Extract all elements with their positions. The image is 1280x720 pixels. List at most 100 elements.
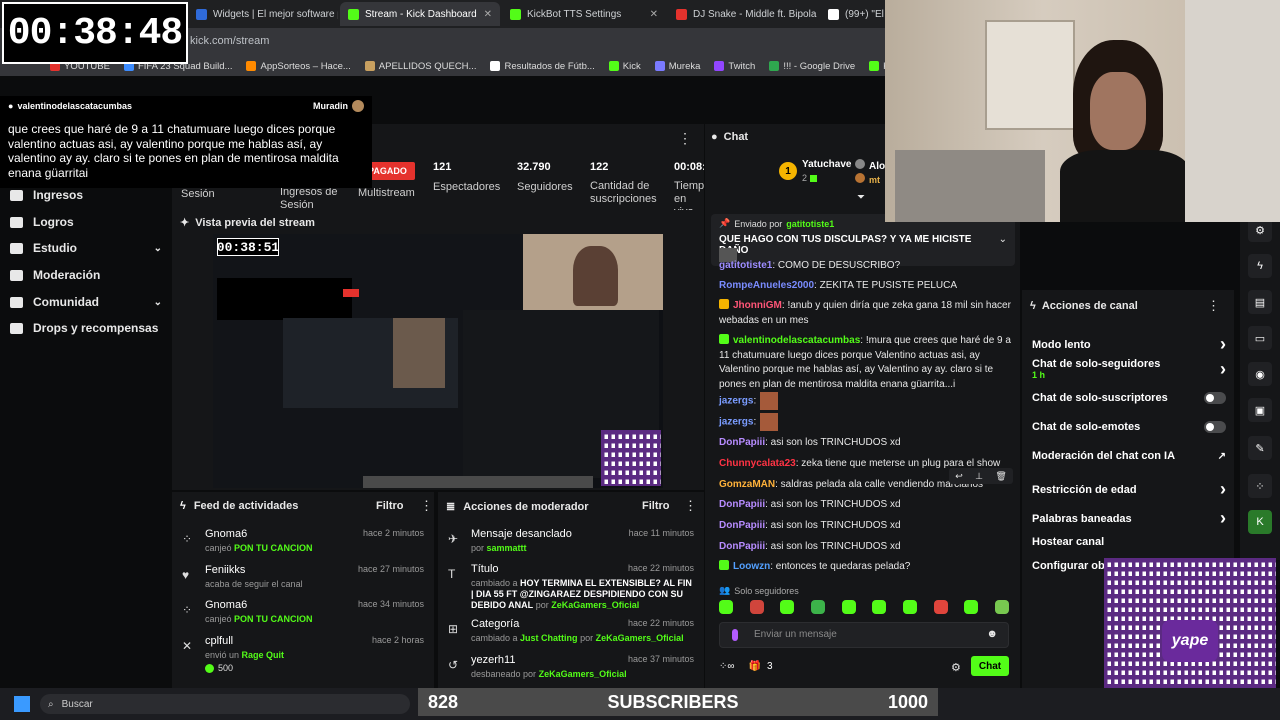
emote-icon[interactable] [780,600,795,614]
chat-text: : asi son los TRINCHUDOS xd [765,437,901,448]
chevron-down-icon: ⌄ [153,296,162,308]
bookmark-item[interactable]: Resultados de Fútb... [490,61,595,72]
lightning-icon[interactable]: ϟ [1248,254,1272,278]
mod-action-user: ZeKaGamers_Oficial [595,633,684,643]
chat-username[interactable]: JhonniGM [733,300,782,311]
stream-preview-image[interactable]: 00:38:51 [213,234,663,488]
chat-username[interactable]: Loowzn [733,561,770,572]
chat-input[interactable]: Enviar un mensaje ☻ [719,622,1009,648]
browser-tab[interactable]: Stream - Kick Dashboard ✕ [340,2,500,26]
emote-icon[interactable] [994,600,1009,614]
channel-action-item[interactable]: Chat de solo-seguidores 1 h › [1032,358,1232,380]
wrench-icon[interactable]: ✎ [1248,436,1272,460]
kick-icon[interactable]: K [1248,510,1272,534]
bookmark-item[interactable]: AppSorteos – Hace... [246,61,351,72]
chat-username[interactable]: DonPapiii [719,541,765,552]
gift-icon[interactable]: 🎁 [749,661,761,672]
feed-user[interactable]: Gnoma6 [205,528,247,540]
pin-icon[interactable]: ⊥ [975,471,983,482]
bookmark-item[interactable]: Mureka [654,61,700,72]
emote-icon[interactable] [933,600,948,614]
channel-action-item[interactable]: Moderación del chat con IA ↗ [1032,450,1232,462]
chat-username[interactable]: jazergs [719,417,753,428]
close-icon[interactable]: ✕ [484,9,492,20]
tts-user: valentinodelascatacumbas [17,101,132,111]
sidebar-item-logros[interactable]: Logros [10,215,162,229]
toggle-switch[interactable] [1204,421,1226,433]
sidebar-item-estudio[interactable]: Estudio ⌄ [10,241,162,255]
sidebar-item-comunidad[interactable]: Comunidad ⌄ [10,295,162,309]
chat-username[interactable]: jazergs [719,396,753,407]
filter-icon[interactable]: ⏷ [857,192,865,203]
chat-icon[interactable]: ▭ [1248,326,1272,350]
bookmark-item[interactable]: !!! - Google Drive [769,61,855,72]
channel-action-item[interactable]: Modo lento › [1032,334,1232,355]
settings-icon[interactable]: ⚙ [951,661,961,674]
broadcast-icon[interactable]: ◉ [1248,362,1272,386]
toggle-switch[interactable] [1204,392,1226,404]
emote-icon[interactable] [810,600,825,614]
document-icon[interactable]: ▤ [1248,290,1272,314]
browser-tab[interactable]: (99+) "El Ori [820,2,885,26]
feed-action: acaba de seguir el canal [205,579,303,589]
chat-placeholder: Enviar un mensaje [754,629,837,640]
sidebar-item-ingresos[interactable]: Ingresos [10,188,162,202]
sidebar-item-drops[interactable]: Drops y recompensas [10,321,162,335]
reply-icon[interactable]: ↩ [955,471,963,482]
feed-user[interactable]: Feniikks [205,564,245,576]
chat-message: gatitotiste1: COMO DE DESUSCRIBO? [719,259,1014,274]
channel-action-item[interactable]: Palabras baneadas › [1032,508,1232,529]
bookmark-item[interactable]: Kick [608,61,641,72]
emote-icon[interactable] [749,600,764,614]
emote-icon[interactable] [872,600,887,614]
chevron-down-icon[interactable]: ⌄ [999,234,1007,245]
card-icon[interactable]: ▣ [1248,398,1272,422]
chat-username[interactable]: Chunnycalata23 [719,458,796,469]
taskbar-search[interactable]: ⌕ Buscar [40,694,410,714]
feed-filter-button[interactable]: Filtro [376,500,404,512]
emote-icon[interactable] [902,600,917,614]
close-icon[interactable]: ✕ [650,9,658,20]
channel-action-item[interactable]: Chat de solo-emotes [1032,421,1232,433]
bookmark-item[interactable]: APELLIDOS QUECH... [364,61,476,72]
send-chat-button[interactable]: Chat [971,656,1009,676]
subs-label: SUBSCRIBERS [607,691,739,712]
chat-message: DonPapiii: asi son los TRINCHUDOS xd [719,436,1014,451]
channel-action-item[interactable]: Hostear canal [1032,536,1232,548]
chat-username[interactable]: RompeAnueles2000 [719,280,814,291]
more-icon[interactable]: ⋮ [684,498,697,514]
title-icon: T [448,567,456,581]
chat-username[interactable]: valentinodelascatacumbas [733,335,860,346]
emote-icon[interactable] [841,600,856,614]
more-icon[interactable]: ⋮ [420,498,433,514]
windows-start-icon[interactable] [14,696,30,712]
channel-action-item[interactable]: Chat de solo-suscriptores [1032,392,1232,404]
more-icon[interactable]: ⋮ [678,130,692,147]
bookmark-item[interactable]: Twitch [714,61,755,72]
chat-username[interactable]: gatitotiste1 [719,260,772,271]
chevron-right-icon: › [1220,334,1226,354]
more-icon[interactable]: ⋮ [1207,298,1220,314]
points-icon[interactable]: ⁘∞ [719,661,735,672]
browser-tab[interactable]: Widgets | El mejor software pa✕ [188,2,338,26]
emote-icon[interactable] [719,600,733,614]
feed-user[interactable]: Gnoma6 [205,599,247,611]
emote-icon[interactable] [964,600,979,614]
emoji-icon[interactable]: ☻ [986,628,998,640]
bookmark-item[interactable]: KickBot: Customiza... [869,61,885,72]
url-text[interactable]: kick.com/stream [190,35,269,47]
chat-username[interactable]: GomzaMAN [719,479,775,490]
delete-icon[interactable]: 🗑 [995,471,1006,482]
chat-username[interactable]: DonPapiii [719,520,765,531]
chat-username[interactable]: DonPapiii [719,437,765,448]
chat-username[interactable]: DonPapiii [719,499,765,510]
feed-user[interactable]: cplfull [205,635,233,647]
mic-icon[interactable] [732,629,738,641]
mod-filter-button[interactable]: Filtro [642,500,670,512]
browser-tab[interactable]: DJ Snake - Middle ft. Bipola✕ [668,2,818,26]
people-icon[interactable]: ⁘ [1248,474,1272,498]
channel-action-item[interactable]: Restricción de edad › [1032,479,1232,500]
browser-tab[interactable]: KickBot TTS Settings ✕ [502,2,666,26]
bookmark-icon [364,61,375,71]
sidebar-item-moderación[interactable]: Moderación [10,268,162,282]
